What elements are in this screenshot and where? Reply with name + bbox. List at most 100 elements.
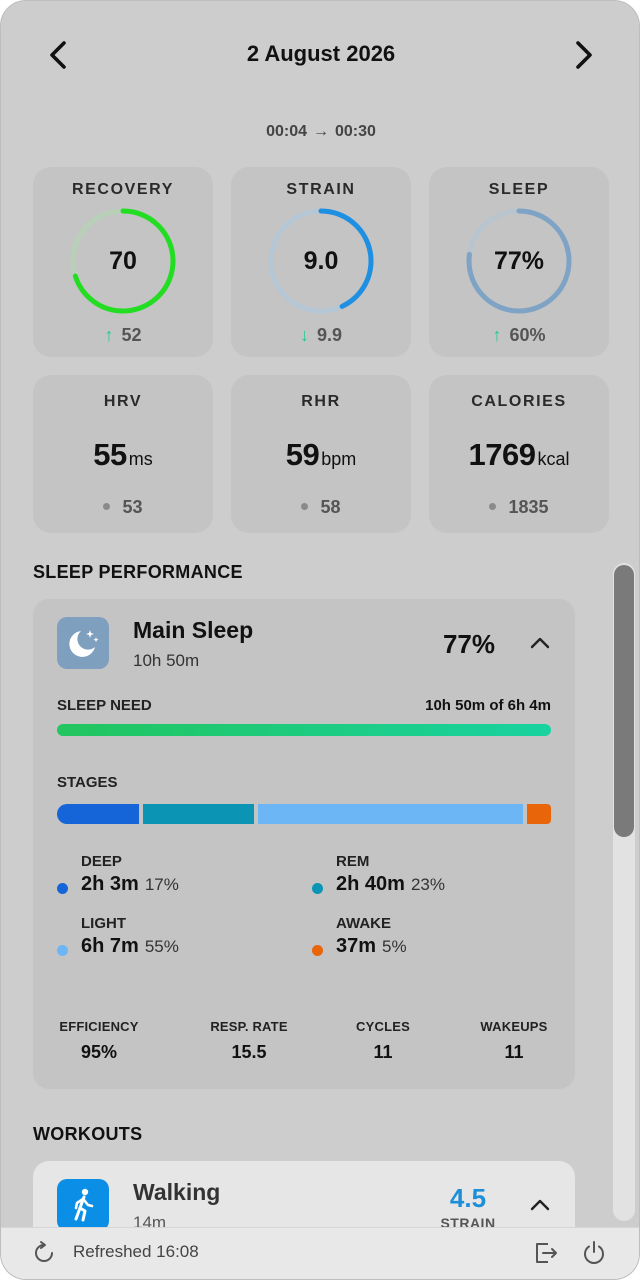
sleep-performance-title: SLEEP PERFORMANCE (33, 562, 243, 582)
hrv-unit: ms (128, 449, 153, 469)
app-window: 2 August 2026 00:04 → 00:30 RECOVERY 70 ↑ 5… (0, 0, 640, 1280)
light-dot-icon (57, 945, 68, 956)
dot-icon (103, 502, 111, 510)
stages-label: STAGES (57, 774, 118, 791)
rhr-number: 59 (285, 437, 320, 472)
stage-percent: 5% (382, 937, 407, 956)
strain-label: STRAIN (286, 181, 356, 198)
stat-label: EFFICIENCY (59, 1019, 139, 1034)
dot-icon (489, 502, 497, 510)
refresh-icon (35, 1241, 53, 1262)
workout-strain-value: 4.5 (449, 1183, 487, 1213)
rhr-baseline: 58 (231, 497, 411, 518)
stage-value: 37m 5% (336, 935, 407, 958)
next-day-button[interactable] (565, 37, 601, 73)
hrv-label: HRV (103, 393, 143, 410)
sleep-card[interactable]: SLEEP 77% ↑ 60% (429, 167, 609, 357)
cycles-stat: CYCLES 11 (351, 1019, 415, 1063)
hrv-baseline-value: 53 (122, 497, 143, 517)
power-icon (584, 1241, 604, 1264)
rhr-card[interactable]: RHR 59 bpm 58 (231, 375, 411, 533)
rhr-unit: bpm (321, 449, 357, 469)
stages-bar (57, 804, 551, 824)
stage-name: AWAKE (336, 915, 392, 932)
stat-label: RESP. RATE (210, 1019, 288, 1034)
stat-label: WAKEUPS (480, 1019, 548, 1034)
wakeups-stat: WAKEUPS 11 (477, 1019, 551, 1063)
deep-dot-icon (57, 883, 68, 894)
rhr-baseline-value: 58 (320, 497, 341, 517)
dot-icon (301, 502, 309, 510)
main-sleep-card: Main Sleep 10h 50m 77% SLEEP NEED 10h 50… (33, 599, 575, 1089)
calories-label: CALORIES (471, 393, 567, 410)
sleep-label: SLEEP (488, 181, 550, 198)
sleep-duration: 10h 50m (133, 651, 200, 670)
sleep-trend-value: 60% (509, 325, 546, 345)
stage-percent: 23% (410, 875, 445, 894)
sleep-need-bar (57, 724, 551, 736)
arrow-down-icon: ↓ (299, 325, 309, 345)
stage-duration: 37m (336, 935, 377, 957)
walking-icon (57, 1179, 109, 1231)
rem-dot-icon (312, 883, 323, 894)
calories-number: 1769 (468, 437, 536, 472)
stage-duration: 2h 40m (336, 873, 405, 895)
arrow-up-icon: ↑ (492, 325, 502, 345)
rhr-label: RHR (301, 393, 341, 410)
hrv-value: 55 ms (33, 437, 213, 473)
hrv-number: 55 (93, 437, 127, 472)
calories-baseline-value: 1835 (508, 497, 549, 517)
chevron-right-icon (576, 41, 592, 69)
rhr-value: 59 bpm (231, 437, 411, 473)
stat-value: 11 (504, 1042, 524, 1062)
arrow-up-icon: ↑ (104, 325, 114, 345)
strain-trend-value: 9.9 (316, 325, 343, 345)
stage-segment-awake (526, 804, 551, 824)
sleep-trend: ↑ 60% (429, 325, 609, 346)
stage-percent: 55% (144, 937, 179, 956)
calories-card[interactable]: CALORIES 1769 kcal 1835 (429, 375, 609, 533)
sleep-value: 77% (493, 247, 545, 275)
stage-segment-deep (57, 804, 139, 824)
recovery-card[interactable]: RECOVERY 70 ↑ 52 (33, 167, 213, 357)
stage-segment-rem (142, 804, 254, 824)
stat-value: 11 (373, 1042, 393, 1062)
chevron-up-icon (530, 637, 550, 649)
power-button[interactable] (581, 1240, 609, 1268)
stage-value: 6h 7m 55% (81, 935, 179, 958)
stage-percent: 17% (144, 875, 179, 894)
stat-value: 95% (80, 1042, 118, 1062)
stage-segment-light (257, 804, 523, 824)
stage-name: REM (336, 853, 370, 870)
recovery-trend-value: 52 (121, 325, 142, 345)
stat-value: 15.5 (231, 1042, 267, 1062)
workouts-title: WORKOUTS (33, 1124, 143, 1144)
workout-name: Walking (133, 1179, 221, 1205)
collapse-sleep-button[interactable] (526, 629, 554, 657)
recovery-trend: ↑ 52 (33, 325, 213, 346)
calories-baseline: 1835 (429, 497, 609, 518)
scrollbar-thumb[interactable] (614, 565, 634, 837)
date-title: 2 August 2026 (246, 41, 396, 66)
stat-label: CYCLES (356, 1019, 410, 1034)
status-footer: Refreshed 16:08 (1, 1227, 639, 1279)
strain-trend: ↓ 9.9 (231, 325, 411, 346)
sleep-time-range: 00:04 → 00:30 (1, 123, 639, 141)
calories-value: 1769 kcal (429, 437, 609, 473)
sleep-performance-value: 77% (442, 629, 495, 659)
efficiency-stat: EFFICIENCY 95% (57, 1019, 141, 1063)
stage-duration: 6h 7m (81, 935, 139, 957)
logout-button[interactable] (533, 1240, 561, 1268)
collapse-workout-button[interactable] (526, 1191, 554, 1219)
refresh-button[interactable] (31, 1240, 59, 1268)
arrow-right-icon: → (313, 123, 329, 140)
hrv-card[interactable]: HRV 55 ms 53 (33, 375, 213, 533)
recovery-value: 70 (109, 247, 137, 275)
moon-icon (57, 617, 109, 669)
resp-rate-stat: RESP. RATE 15.5 (205, 1019, 293, 1063)
chevron-up-icon (530, 1199, 550, 1211)
strain-card[interactable]: STRAIN 9.0 ↓ 9.9 (231, 167, 411, 357)
calories-unit: kcal (537, 449, 570, 469)
recovery-label: RECOVERY (71, 181, 174, 198)
strain-value: 9.0 (303, 247, 339, 275)
